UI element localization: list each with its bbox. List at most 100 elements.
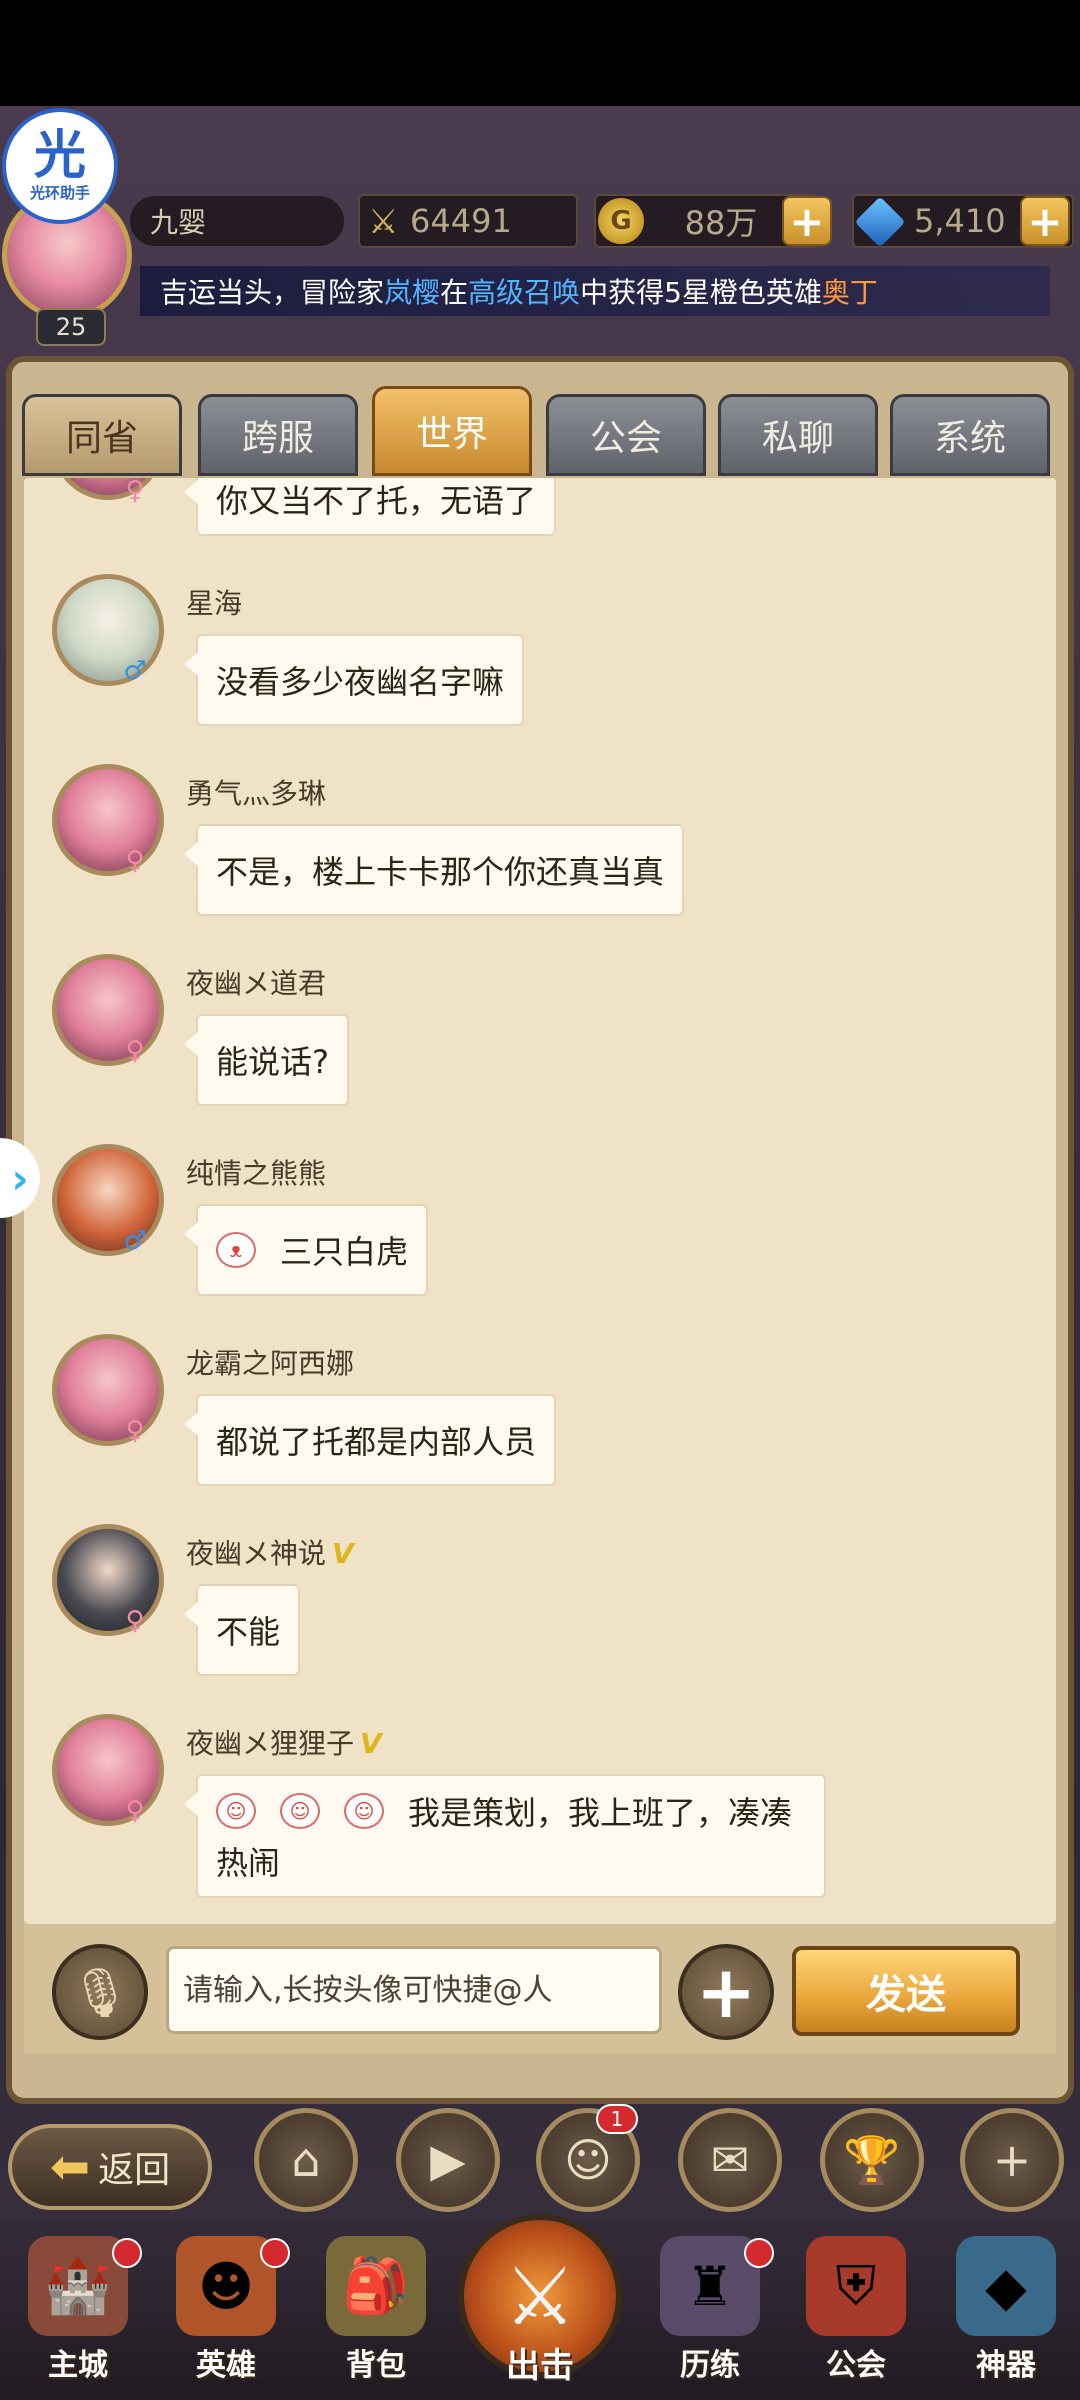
crystal-icon: ◆ bbox=[956, 2236, 1056, 2336]
home-icon: ⌂ bbox=[291, 2133, 321, 2187]
add-gem-button[interactable]: + bbox=[1020, 196, 1070, 246]
message-bubble: 你又当不了托，无语了 bbox=[183, 478, 557, 536]
status-bar bbox=[0, 0, 1080, 106]
back-label: 返回 bbox=[98, 2150, 171, 2191]
announcement-ticker: 吉运当头，冒险家 岚樱在高级召唤 中获得5星橙色英雄 奥丁 bbox=[140, 266, 1050, 316]
message-bubble: ᴥ 三只白虎 bbox=[183, 1204, 429, 1296]
home-button[interactable]: ⌂ bbox=[254, 2108, 358, 2212]
female-icon: ♀ bbox=[125, 1416, 145, 1446]
player-name: 九婴 bbox=[130, 196, 344, 246]
nav-main-city[interactable]: 🏰 主城 bbox=[8, 2236, 148, 2386]
chat-message-list[interactable]: ♀ 你又当不了托，无语了 ♂ 星海 没看多少夜幽名字嘛 ♀ 勇气灬多琳 不是，楼… bbox=[24, 478, 1056, 1924]
message-bubble: 都说了托都是内部人员 bbox=[183, 1394, 557, 1486]
message-bubble: ☺ ☺ ☺ 我是策划，我上班了，凑凑 热闹 bbox=[184, 1774, 826, 1898]
female-icon: ♀ bbox=[125, 1796, 145, 1826]
announcement-player: 岚樱 bbox=[384, 276, 441, 309]
send-button[interactable]: 发送 bbox=[792, 1946, 1020, 2036]
mail-button[interactable]: ✉ bbox=[678, 2108, 782, 2212]
nav-guild[interactable]: ⛨ 公会 bbox=[786, 2236, 926, 2386]
back-arrow-icon: ⬅ bbox=[49, 2139, 91, 2195]
message-bubble: 不能 bbox=[183, 1584, 301, 1676]
nickname[interactable]: 星海 bbox=[186, 582, 242, 622]
gem-icon bbox=[854, 196, 906, 248]
backpack-icon: 🎒 bbox=[326, 2236, 426, 2336]
trophy-icon: 🏆 bbox=[843, 2132, 901, 2187]
female-icon: ♀ bbox=[125, 1606, 145, 1636]
power-display: ⚔ 64491 bbox=[358, 194, 578, 248]
trophy-button[interactable]: 🏆 bbox=[820, 2108, 924, 2212]
nav-trials[interactable]: ♜ 历练 bbox=[640, 2236, 780, 2386]
video-button[interactable]: ▶ bbox=[396, 2108, 500, 2212]
gem-value: 5,410 bbox=[914, 202, 1006, 240]
announcement-mid1: 在 bbox=[440, 276, 469, 309]
message-text-line2: 热闹 bbox=[216, 1844, 281, 1882]
chat-input[interactable] bbox=[166, 1946, 662, 2034]
add-gold-button[interactable]: + bbox=[782, 196, 832, 246]
add-attachment-button[interactable]: + bbox=[678, 1944, 774, 2040]
nav-label: 背包 bbox=[346, 2348, 406, 2383]
tab-system[interactable]: 系统 bbox=[890, 394, 1050, 476]
announcement-hero: 奥丁 bbox=[821, 276, 878, 309]
nav-heroes[interactable]: ☻ 英雄 bbox=[156, 2236, 296, 2386]
announcement-source: 高级召唤 bbox=[468, 276, 581, 309]
chat-tabs: 同省 跨服 世界 公会 私聊 系统 bbox=[18, 386, 1058, 476]
fight-label: 出击 bbox=[506, 2346, 574, 2386]
guild-shield-icon: ⛨ bbox=[806, 2236, 906, 2336]
ghost-emoji-icon: ☺ bbox=[280, 1793, 320, 1829]
friends-icon: ☺ bbox=[564, 2133, 612, 2187]
tab-cross-server[interactable]: 跨服 bbox=[198, 394, 358, 476]
nav-label: 历练 bbox=[680, 2348, 740, 2383]
nickname[interactable]: 龙霸之阿西娜 bbox=[186, 1342, 354, 1382]
power-value: 64491 bbox=[410, 202, 512, 240]
nav-label: 英雄 bbox=[196, 2348, 256, 2383]
sword-icon: ⚔ bbox=[368, 202, 399, 242]
message-bubble: 不是，楼上卡卡那个你还真当真 bbox=[183, 824, 685, 916]
vip-badge: V bbox=[360, 1727, 382, 1760]
helper-logo-glyph: 光 bbox=[33, 125, 86, 186]
nickname-text: 夜幽メ狸狸子 bbox=[186, 1727, 355, 1760]
notification-dot bbox=[260, 2238, 290, 2268]
microphone-button[interactable]: 🎙 bbox=[52, 1944, 148, 2040]
message-text-line1: 我是策划，我上班了，凑凑 bbox=[408, 1794, 793, 1832]
message-bubble: 能说话? bbox=[184, 1014, 349, 1106]
gold-value: 88万 bbox=[684, 204, 758, 242]
nav-backpack[interactable]: 🎒 背包 bbox=[306, 2236, 446, 2386]
player-level-badge: 25 bbox=[36, 308, 106, 346]
tab-private[interactable]: 私聊 bbox=[718, 394, 878, 476]
ghost-emoji-icon: ☺ bbox=[216, 1793, 256, 1829]
mail-icon: ✉ bbox=[710, 2133, 750, 2187]
plus-icon: + bbox=[992, 2133, 1032, 2187]
tab-guild[interactable]: 公会 bbox=[546, 394, 706, 476]
nickname[interactable]: 勇气灬多琳 bbox=[186, 772, 326, 812]
crossed-swords-icon: ⚔ bbox=[504, 2249, 576, 2343]
tab-province[interactable]: 同省 bbox=[22, 394, 182, 476]
announcement-mid2: 中获得5星橙色英雄 bbox=[580, 276, 822, 309]
announcement-prefix: 吉运当头，冒险家 bbox=[160, 276, 385, 309]
nav-label: 神器 bbox=[976, 2348, 1036, 2383]
nickname-text: 夜幽メ神说 bbox=[186, 1537, 327, 1570]
helper-app-logo[interactable]: 光 光环助手 bbox=[2, 108, 118, 224]
nickname[interactable]: 纯情之熊熊 bbox=[186, 1152, 326, 1192]
female-icon: ♀ bbox=[125, 846, 145, 876]
nav-label: 公会 bbox=[826, 2348, 886, 2383]
message-bubble: 没看多少夜幽名字嘛 bbox=[183, 634, 525, 726]
more-button[interactable]: + bbox=[960, 2108, 1064, 2212]
notification-dot bbox=[112, 2238, 142, 2268]
gold-coin-icon: G bbox=[598, 198, 644, 244]
friends-badge: 1 bbox=[596, 2104, 638, 2134]
nav-artifact[interactable]: ◆ 神器 bbox=[936, 2236, 1076, 2386]
nav-label: 主城 bbox=[48, 2348, 108, 2383]
male-icon: ♂ bbox=[123, 1226, 147, 1256]
tab-world[interactable]: 世界 bbox=[372, 386, 532, 476]
ghost-emoji-icon: ☺ bbox=[344, 1793, 384, 1829]
female-icon: ♀ bbox=[125, 478, 145, 506]
message-text: 三只白虎 bbox=[280, 1233, 409, 1271]
back-button[interactable]: ⬅ 返回 bbox=[8, 2124, 212, 2210]
nickname[interactable]: 夜幽メ道君 bbox=[186, 962, 326, 1002]
vip-badge: V bbox=[332, 1537, 354, 1570]
nickname[interactable]: 夜幽メ神说 V bbox=[186, 1532, 354, 1572]
female-icon: ♀ bbox=[125, 1036, 145, 1066]
nickname[interactable]: 夜幽メ狸狸子 V bbox=[186, 1722, 382, 1762]
male-icon: ♂ bbox=[123, 656, 147, 686]
notification-dot bbox=[744, 2238, 774, 2268]
